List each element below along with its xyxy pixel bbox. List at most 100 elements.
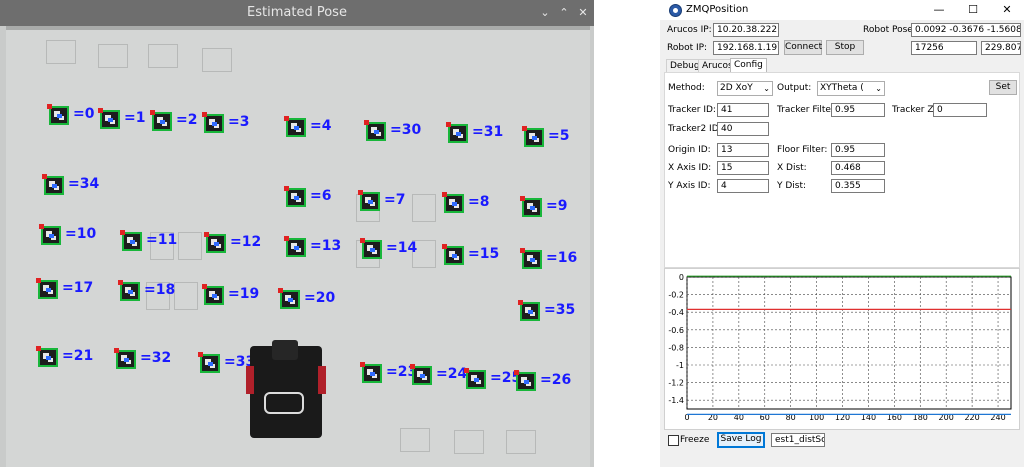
- tracker2-id-field[interactable]: 40: [717, 122, 769, 136]
- counter-field[interactable]: 17256: [911, 41, 977, 55]
- aruco-marker: =26: [514, 370, 571, 391]
- marker-label: =17: [62, 280, 94, 296]
- aruco-marker: =21: [36, 346, 93, 367]
- board-pad: [202, 48, 232, 72]
- y-dist-label: Y Dist:: [777, 181, 807, 191]
- set-button[interactable]: Set: [989, 80, 1017, 95]
- aruco-marker: =14: [360, 238, 417, 259]
- aruco-marker: =7: [358, 190, 405, 211]
- aruco-marker: =17: [36, 278, 93, 299]
- connect-button[interactable]: Connect: [784, 40, 822, 55]
- aruco-marker: =8: [442, 192, 489, 213]
- xaxis-id-field[interactable]: 15: [717, 161, 769, 175]
- method-select[interactable]: 2D XoY ⌄: [717, 81, 773, 96]
- board-pad: [412, 194, 436, 222]
- pose-title-bar[interactable]: Estimated Pose ⌄ ⌃ ✕: [0, 0, 594, 26]
- aruco-marker: =33: [198, 352, 255, 373]
- tracker-z-field[interactable]: 0: [933, 103, 987, 117]
- marker-label: =31: [472, 124, 504, 140]
- arucos-ip-field[interactable]: 10.20.38.222: [713, 23, 779, 37]
- marker-label: =35: [544, 302, 576, 318]
- marker-label: =26: [540, 372, 572, 388]
- log-filename-field[interactable]: est1_distSort: [771, 433, 825, 447]
- aruco-marker: =35: [518, 300, 575, 321]
- pose-window-title: Estimated Pose: [247, 5, 347, 20]
- marker-label: =8: [468, 194, 490, 210]
- maximize-icon[interactable]: ☐: [956, 0, 990, 20]
- aruco-marker: =6: [284, 186, 331, 207]
- aruco-marker: =20: [278, 288, 335, 309]
- marker-label: =7: [384, 192, 406, 208]
- robot-top: [272, 340, 298, 360]
- aruco-marker: =23: [360, 362, 417, 383]
- aruco-marker: =34: [42, 174, 99, 195]
- y-tick-label: -0.6: [668, 326, 684, 335]
- tab-config[interactable]: Config: [730, 58, 767, 73]
- y-tick-label: -1.2: [668, 379, 684, 388]
- close-icon[interactable]: ✕: [574, 0, 592, 26]
- close-icon[interactable]: ✕: [990, 0, 1024, 20]
- marker-label: =18: [144, 282, 176, 298]
- marker-label: =13: [310, 238, 342, 254]
- origin-id-label: Origin ID:: [668, 145, 711, 155]
- aruco-marker: =3: [202, 112, 249, 133]
- robot-ip-field[interactable]: 192.168.1.197: [713, 41, 779, 55]
- minimize-icon[interactable]: ⌄: [536, 0, 554, 26]
- marker-label: =32: [140, 350, 172, 366]
- tracker-z-label: Tracker Z:: [892, 105, 937, 115]
- aruco-marker: =4: [284, 116, 331, 137]
- aruco-marker: =12: [204, 232, 261, 253]
- robot: [246, 340, 326, 438]
- aruco-marker: =25: [464, 368, 521, 389]
- board-pad: [506, 430, 536, 454]
- y-dist-field[interactable]: 0.355: [831, 179, 885, 193]
- robot-pose-label: Robot Pose:: [863, 25, 916, 35]
- aruco-marker: =2: [150, 110, 197, 131]
- maximize-icon[interactable]: ⌃: [555, 0, 573, 26]
- robot-pose-field[interactable]: 0.0092 -0.3676 -1.5608: [911, 23, 1021, 37]
- marker-label: =2: [176, 112, 198, 128]
- tracker-filter-field[interactable]: 0.95: [831, 103, 885, 117]
- estimated-pose-window: Estimated Pose ⌄ ⌃ ✕ =0 =1 =2 =3 =4 =30 …: [0, 0, 594, 467]
- marker-label: =5: [548, 128, 570, 144]
- freeze-checkbox[interactable]: [668, 435, 679, 446]
- zmq-title-bar[interactable]: ZMQPosition — ☐ ✕: [660, 0, 1024, 20]
- board-pad: [454, 430, 484, 454]
- robot-wheel: [318, 366, 326, 394]
- robot-cable: [264, 392, 304, 414]
- tracker-id-field[interactable]: 41: [717, 103, 769, 117]
- arucos-ip-label: Arucos IP:: [667, 25, 712, 35]
- stop-button[interactable]: Stop: [826, 40, 864, 55]
- y-tick-label: -0.2: [668, 291, 684, 300]
- board-pad: [98, 44, 128, 68]
- marker-label: =21: [62, 348, 94, 364]
- marker-label: =1: [124, 110, 146, 126]
- plot-area: [686, 276, 1012, 410]
- marker-label: =24: [436, 366, 468, 382]
- floor-filter-label: Floor Filter:: [777, 145, 828, 155]
- output-select[interactable]: XYTheta ( ⌄: [817, 81, 885, 96]
- marker-label: =12: [230, 234, 262, 250]
- origin-id-field[interactable]: 13: [717, 143, 769, 157]
- save-log-button[interactable]: Save Log: [717, 432, 765, 448]
- method-label: Method:: [668, 83, 705, 93]
- chevron-down-icon: ⌄: [763, 84, 770, 93]
- zmq-position-window: ZMQPosition — ☐ ✕ Arucos IP: 10.20.38.22…: [660, 0, 1024, 467]
- marker-label: =15: [468, 246, 500, 262]
- floor-filter-field[interactable]: 0.95: [831, 143, 885, 157]
- aruco-marker: =19: [202, 284, 259, 305]
- marker-label: =20: [304, 290, 336, 306]
- yaxis-id-label: Y Axis ID:: [668, 181, 711, 191]
- x-dist-field[interactable]: 0.468: [831, 161, 885, 175]
- yaxis-id-field[interactable]: 4: [717, 179, 769, 193]
- marker-label: =16: [546, 250, 578, 266]
- rate-field[interactable]: 229.807: [981, 41, 1021, 55]
- xaxis-id-label: X Axis ID:: [668, 163, 712, 173]
- minimize-icon[interactable]: —: [922, 0, 956, 20]
- aruco-marker: =10: [39, 224, 96, 245]
- robot-ip-label: Robot IP:: [667, 43, 708, 53]
- board-pad: [178, 232, 202, 260]
- aruco-marker: =15: [442, 244, 499, 265]
- aruco-marker: =16: [520, 248, 577, 269]
- marker-label: =34: [68, 176, 100, 192]
